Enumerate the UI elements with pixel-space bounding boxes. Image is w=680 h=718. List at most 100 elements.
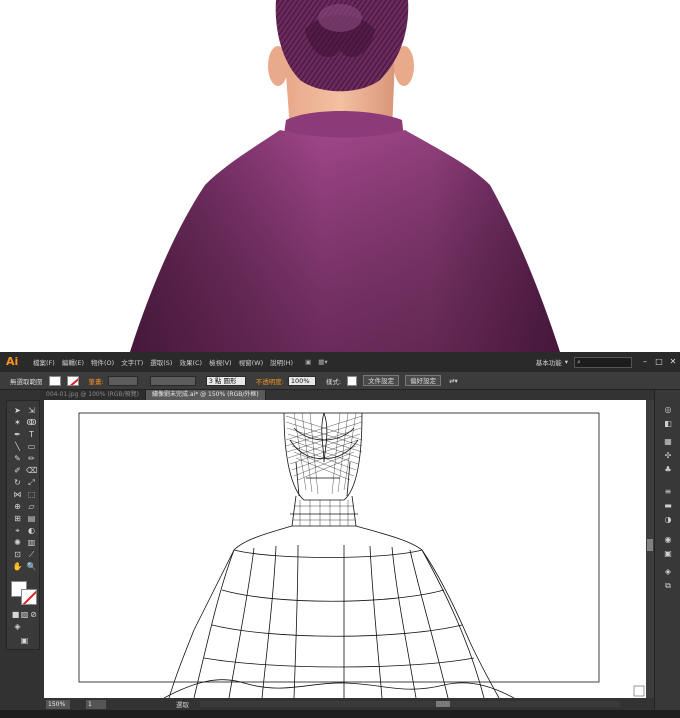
document-setup-button[interactable]: 文件設定 [363,375,400,386]
menu-bar: Ai 檔案(F) 編輯(E) 物件(O) 文字(T) 選取(S) 效果(C) 檢… [0,352,680,372]
stroke-label[interactable]: 筆畫: [89,376,104,386]
rectangle-tool-icon[interactable]: ▭ [26,441,37,452]
menu-effect[interactable]: 效果(C) [179,357,202,367]
brush-definition-field[interactable]: 3 點 圓形 [205,375,246,386]
eraser-icon[interactable]: ⌫ [26,465,37,476]
screenshot-root: Ai 檔案(F) 編輯(E) 物件(O) 文字(T) 選取(S) 效果(C) 檢… [0,0,680,718]
artboards-icon[interactable]: ⧉ [661,580,675,592]
menu-object[interactable]: 物件(O) [91,357,114,367]
magic-wand-icon[interactable]: ✶ [12,417,23,428]
menu-help[interactable]: 說明(H) [270,357,293,367]
arrange-documents-icon[interactable]: ▦▾ [318,358,327,366]
chevron-down-icon: ▾ [564,358,568,366]
free-transform-icon[interactable]: ⬚ [26,489,37,500]
tab-document-1[interactable]: 004-01.jpg @ 100% (RGB/預覽) [40,390,146,400]
pencil-icon[interactable]: ✏ [26,453,37,464]
blob-brush-icon[interactable]: ✐ [12,465,23,476]
opacity-field[interactable]: 100% [287,375,316,386]
workspace-switcher[interactable]: 基本功能 ▾ [536,357,568,367]
none-mode-icon[interactable]: ⊘ [28,609,39,620]
menu-view[interactable]: 檢視(V) [209,357,232,367]
line-tool-icon[interactable]: ╲ [12,441,23,452]
draw-mode-icon[interactable]: ◈ [12,621,23,632]
illustrator-window: Ai 檔案(F) 編輯(E) 物件(O) 文字(T) 選取(S) 效果(C) 檢… [0,352,680,718]
search-icon: ⌕ [577,357,581,366]
slice-tool-icon[interactable]: ⟋ [26,549,37,560]
horizontal-scrollbar[interactable] [200,701,620,707]
workspace-label: 基本功能 [535,359,562,367]
artboard-number-field[interactable]: 1 [86,699,106,709]
artboard-corner-marker [633,685,645,697]
variable-width-profile[interactable] [149,375,196,386]
artboard-border [78,412,600,683]
stroke-swatch[interactable] [66,375,79,386]
close-button[interactable]: ✕ [666,356,680,368]
app-logo: Ai [6,355,19,368]
selection-status: 無選取範圍 [10,377,43,386]
style-label: 樣式: [325,377,342,386]
stroke-color-box[interactable] [21,589,37,605]
color-panel-icon[interactable]: ◎ [661,404,675,416]
opacity-label[interactable]: 不透明度: [256,376,284,386]
eyedropper-icon[interactable]: ⌖ [12,525,23,536]
taskbar-strip [0,710,680,718]
vertical-scrollbar[interactable] [646,400,654,698]
screen-mode-icon[interactable]: ▣ [19,635,30,646]
swatches-icon[interactable]: ▦ [661,436,675,448]
type-tool-icon[interactable]: T [26,429,37,440]
stroke-panel-icon[interactable]: ≡ [661,486,675,498]
zoom-level-field[interactable]: 150% [46,699,70,709]
fill-swatch[interactable] [48,375,61,386]
artboard-tool-icon[interactable]: ⊡ [12,549,23,560]
horizontal-scroll-thumb[interactable] [436,701,450,707]
graphic-styles-icon[interactable]: ▣ [661,548,675,560]
graphic-style-swatch[interactable] [347,375,358,386]
menu-select[interactable]: 選取(S) [150,357,172,367]
gradient-tool-icon[interactable]: ▤ [26,513,37,524]
artboard-canvas[interactable] [44,400,646,698]
brushes-icon[interactable]: ✣ [661,450,675,462]
lasso-icon[interactable]: ↂ [26,417,37,428]
document-tabs: 004-01.jpg @ 100% (RGB/預覽) 繡像劉未完成.ai* @ … [40,390,654,400]
maximize-button[interactable]: □ [652,356,666,368]
blend-tool-icon[interactable]: ◐ [26,525,37,536]
transparency-icon[interactable]: ◑ [661,514,675,526]
robe-mesh [163,525,515,698]
layers-icon[interactable]: ◈ [661,566,675,578]
control-bar: 無選取範圍 筆畫: 3 點 圓形 不透明度: 100% 樣式: 文件設定 偏好設… [0,372,680,390]
panels-dock: ◎ ◧ ▦ ✣ ♣ ≡ ▬ ◑ ◉ ▣ ◈ ⧉ [654,390,680,718]
menu-file[interactable]: 檔案(F) [33,357,55,367]
menu-type[interactable]: 文字(T) [121,357,143,367]
scale-tool-icon[interactable]: ⤢ [26,477,37,488]
minimize-button[interactable]: – [638,356,652,368]
column-graph-icon[interactable]: ▥ [26,537,37,548]
mesh-tool-icon[interactable]: ⊞ [12,513,23,524]
color-guide-icon[interactable]: ◧ [661,418,675,430]
status-tool-label[interactable]: 選取 [176,699,189,709]
stroke-weight-field[interactable] [107,375,138,386]
arrange-icon[interactable]: ⇄▾ [449,377,458,385]
direct-selection-tool-icon[interactable]: ⇲ [26,405,37,416]
preferences-button[interactable]: 偏好設定 [405,375,442,386]
zoom-tool-icon[interactable]: 🔍 [26,561,37,572]
selection-tool-icon[interactable]: ➤ [12,405,23,416]
head-outline [283,412,363,501]
shape-builder-icon[interactable]: ⊕ [12,501,23,512]
status-bar: 150% 1 選取 [40,698,654,710]
symbol-sprayer-icon[interactable]: ✺ [12,537,23,548]
symbols-icon[interactable]: ♣ [661,464,675,476]
menu-edit[interactable]: 編輯(E) [62,357,84,367]
help-search-input[interactable]: ⌕ [574,356,632,368]
bridge-icon[interactable]: ▣ [305,358,311,366]
width-tool-icon[interactable]: ⋈ [12,489,23,500]
pen-tool-icon[interactable]: ✒ [12,429,23,440]
gradient-panel-icon[interactable]: ▬ [661,500,675,512]
perspective-grid-icon[interactable]: ▱ [26,501,37,512]
paintbrush-icon[interactable]: ✎ [12,453,23,464]
hand-tool-icon[interactable]: ✋ [12,561,23,572]
rotate-tool-icon[interactable]: ↻ [12,477,23,488]
menu-window[interactable]: 視窗(W) [239,357,264,367]
appearance-icon[interactable]: ◉ [661,534,675,546]
tab-document-2[interactable]: 繡像劉未完成.ai* @ 150% (RGB/外框) [145,390,266,400]
vertical-scroll-thumb[interactable] [647,539,653,551]
